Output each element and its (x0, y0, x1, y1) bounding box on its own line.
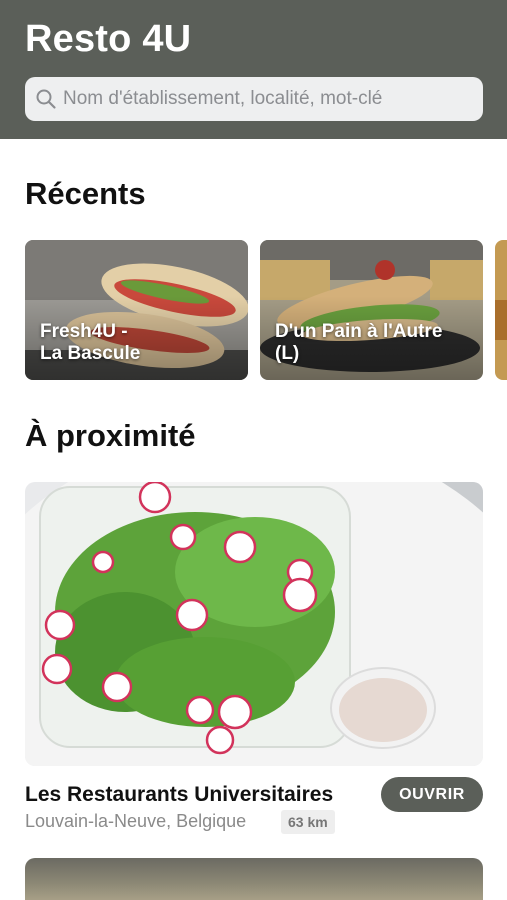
recent-card-dun-pain[interactable]: D'un Pain à l'Autre (L) (260, 240, 483, 380)
recent-card-label: D'un Pain à l'Autre (L) (275, 321, 443, 364)
search-icon (36, 89, 56, 109)
restaurant-location: Louvain-la-Neuve, Belgique (25, 811, 247, 831)
app-header: Resto 4U (0, 0, 507, 139)
search-input[interactable] (63, 88, 473, 110)
salad-image (25, 482, 483, 766)
restaurant-image[interactable] (25, 482, 483, 766)
distance-badge: 63 km (281, 810, 335, 834)
recent-card-partial[interactable] (495, 240, 507, 380)
next-restaurant-image[interactable] (25, 858, 483, 900)
search-bar[interactable] (25, 77, 483, 121)
nearby-section-title: À proximité (25, 418, 196, 453)
recent-card-label: Fresh4U - La Bascule (40, 321, 141, 364)
app-title: Resto 4U (25, 18, 192, 60)
restaurant-name[interactable]: Les Restaurants Universitaires (25, 783, 333, 807)
recent-card-fresh4u[interactable]: Fresh4U - La Bascule (25, 240, 248, 380)
recent-card-image (495, 240, 507, 380)
open-button[interactable]: OUVRIR (381, 777, 483, 812)
recent-section-title: Récents (25, 176, 146, 211)
